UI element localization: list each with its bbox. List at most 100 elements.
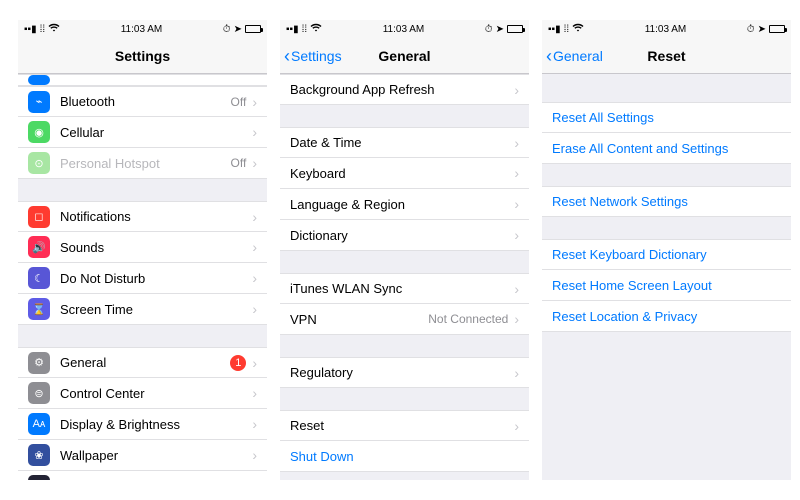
row-label: Regulatory xyxy=(290,365,514,380)
list-item[interactable]: ⌁BluetoothOff› xyxy=(18,86,267,117)
list-item-partial[interactable] xyxy=(18,74,267,86)
alarm-icon: ⏱ xyxy=(485,24,493,35)
section-gap xyxy=(280,105,529,127)
row-label: Reset xyxy=(290,418,514,433)
page-title: General xyxy=(378,48,430,64)
row-label: Notifications xyxy=(60,209,252,224)
list-item[interactable]: ◉ Cellular› xyxy=(18,117,267,148)
list-item[interactable]: Shut Down xyxy=(280,441,529,472)
chevron-right-icon: › xyxy=(514,227,519,243)
chevron-right-icon: › xyxy=(252,385,257,401)
back-button[interactable]: ‹ Settings xyxy=(284,47,342,65)
list-item[interactable]: AᴀDisplay & Brightness› xyxy=(18,409,267,440)
general-list: Background App Refresh› Date & Time›Keyb… xyxy=(280,74,529,480)
signal-icon: ▪▪▮ xyxy=(24,24,37,35)
list-item[interactable]: ⊜Control Center› xyxy=(18,378,267,409)
list-item[interactable]: iTunes WLAN Sync› xyxy=(280,273,529,304)
back-label: General xyxy=(553,48,603,64)
chevron-left-icon: ‹ xyxy=(284,47,290,65)
row-label: Keyboard xyxy=(290,166,514,181)
screentime-icon: ⌛ xyxy=(28,298,50,320)
chevron-right-icon: › xyxy=(252,155,257,171)
cell-icon: ⁞⁞ xyxy=(564,24,570,35)
list-item[interactable]: Language & Region› xyxy=(280,189,529,220)
sounds-icon: 🔊 xyxy=(28,236,50,258)
row-label: Dictionary xyxy=(290,228,514,243)
section-gap xyxy=(18,179,267,201)
section-gap xyxy=(280,335,529,357)
section-gap xyxy=(542,217,791,239)
section-gap xyxy=(542,74,791,102)
general-screen: ▪▪▮ ⁞⁞ 11:03 AM ⏱ ➤ ‹ Settings General B… xyxy=(280,20,530,480)
row-value: Not Connected xyxy=(428,312,508,326)
row-label: Display & Brightness xyxy=(60,417,252,432)
row-label: VPN xyxy=(290,312,428,327)
list-item[interactable]: Reset Location & Privacy xyxy=(542,301,791,332)
chevron-right-icon: › xyxy=(252,416,257,432)
page-title: Settings xyxy=(115,48,170,64)
wifi-icon xyxy=(48,23,60,35)
section-gap xyxy=(280,388,529,410)
list-item[interactable]: ☾Do Not Disturb› xyxy=(18,263,267,294)
section-gap xyxy=(542,332,791,480)
list-item[interactable]: 🔊Sounds› xyxy=(18,232,267,263)
list-item[interactable]: Dictionary› xyxy=(280,220,529,251)
row-label: Siri & Search xyxy=(60,479,252,481)
row-label: Do Not Disturb xyxy=(60,271,252,286)
back-label: Settings xyxy=(291,48,342,64)
reset-list: Reset All Settings Erase All Content and … xyxy=(542,74,791,480)
signal-icon: ▪▪▮ xyxy=(286,24,299,35)
list-item[interactable]: ◯Siri & Search› xyxy=(18,471,267,480)
row-label: Cellular xyxy=(60,125,252,140)
row-label: Reset All Settings xyxy=(552,110,781,125)
list-item[interactable]: VPNNot Connected › xyxy=(280,304,529,335)
row-label: iTunes WLAN Sync xyxy=(290,281,514,296)
chevron-right-icon: › xyxy=(252,447,257,463)
list-item[interactable]: Date & Time› xyxy=(280,127,529,158)
row-label: Background App Refresh xyxy=(290,82,514,97)
wallpaper-icon: ❀ xyxy=(28,444,50,466)
list-item[interactable]: ⊙Personal HotspotOff› xyxy=(18,148,267,179)
partial-icon xyxy=(28,75,50,85)
list-item[interactable]: Regulatory› xyxy=(280,357,529,388)
status-bar: ▪▪▮ ⁞⁞ 11:03 AM ⏱ ➤ xyxy=(18,20,267,38)
cell-icon: ⁞⁞ xyxy=(40,24,46,35)
list-item[interactable]: Reset› xyxy=(280,410,529,441)
notifications-icon: ◻ xyxy=(28,206,50,228)
status-time: 11:03 AM xyxy=(121,24,163,35)
cellular-icon: ◉ xyxy=(28,121,50,143)
cell-icon: ⁞⁞ xyxy=(302,24,308,35)
back-button[interactable]: ‹ General xyxy=(546,47,603,65)
siri-icon: ◯ xyxy=(28,475,50,480)
chevron-right-icon: › xyxy=(514,82,519,98)
row-label: Reset Keyboard Dictionary xyxy=(552,247,781,262)
control-center-icon: ⊜ xyxy=(28,382,50,404)
alarm-icon: ⏱ xyxy=(223,24,231,35)
list-item[interactable]: Reset Home Screen Layout xyxy=(542,270,791,301)
chevron-right-icon: › xyxy=(252,124,257,140)
bluetooth-icon: ⌁ xyxy=(28,91,50,113)
chevron-right-icon: › xyxy=(252,209,257,225)
list-item[interactable]: Reset All Settings xyxy=(542,102,791,133)
list-item[interactable]: ⚙General1› xyxy=(18,347,267,378)
chevron-right-icon: › xyxy=(252,239,257,255)
list-item[interactable]: ⌛Screen Time› xyxy=(18,294,267,325)
section-gap xyxy=(542,164,791,186)
section-gap xyxy=(280,251,529,273)
list-item[interactable]: Reset Keyboard Dictionary xyxy=(542,239,791,270)
list-item[interactable]: ❀ Wallpaper› xyxy=(18,440,267,471)
status-time: 11:03 AM xyxy=(383,24,425,35)
battery-icon xyxy=(245,25,261,33)
settings-screen: ▪▪▮ ⁞⁞ 11:03 AM ⏱ ➤ Settings ⌁BluetoothO… xyxy=(18,20,268,480)
row-label: Wallpaper xyxy=(60,448,252,463)
list-item[interactable]: ◻ Notifications› xyxy=(18,201,267,232)
list-item[interactable]: Erase All Content and Settings xyxy=(542,133,791,164)
general-icon: ⚙ xyxy=(28,352,50,374)
list-item[interactable]: Reset Network Settings xyxy=(542,186,791,217)
list-item[interactable]: Background App Refresh› xyxy=(280,74,529,105)
row-label: Screen Time xyxy=(60,302,252,317)
list-item[interactable]: Keyboard› xyxy=(280,158,529,189)
chevron-right-icon: › xyxy=(514,418,519,434)
row-label: Reset Location & Privacy xyxy=(552,309,781,324)
chevron-right-icon: › xyxy=(514,311,519,327)
